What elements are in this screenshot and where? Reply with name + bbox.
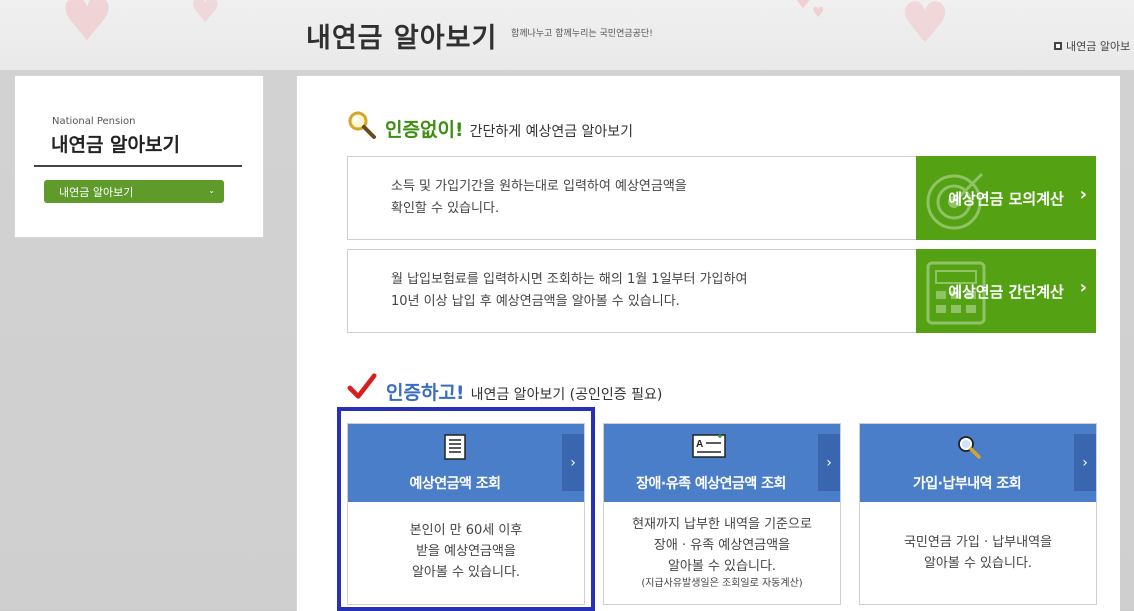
- sidebar-title: 내연금 알아보기: [51, 134, 180, 156]
- section-title-text: 간단하게 예상연금 알아보기: [469, 124, 634, 140]
- magnifier-icon: [958, 436, 981, 459]
- id-card-icon: A: [692, 434, 726, 458]
- sidebar-subtitle: National Pension: [52, 116, 136, 127]
- heart-decoration-icon: ♥: [190, 0, 221, 31]
- section-title-text: 내연금 알아보기 (공인인증 필요): [470, 387, 663, 403]
- section-title-cert: 인증하고! 내연금 알아보기 (공인인증 필요): [386, 378, 662, 405]
- header-breadcrumb-link[interactable]: 내연금 알아보: [1054, 38, 1130, 54]
- simple-calc-button[interactable]: 예상연금 간단계산 ›: [916, 249, 1096, 333]
- chevron-down-icon: ⌄: [208, 186, 215, 195]
- section-title-emphasis: 인증없이!: [385, 119, 464, 141]
- quick-item-mock-calc: 소득 및 가입기간을 원하는대로 입력하여 예상연금액을 확인할 수 있습니다.…: [347, 156, 1096, 240]
- section-title-emphasis: 인증하고!: [386, 382, 465, 404]
- selection-highlight: [337, 407, 595, 611]
- quick-item-simple-calc: 월 납입보험료를 입력하시면 조회하는 해의 1월 1일부터 가입하여 10년 …: [347, 249, 1096, 333]
- breadcrumb-text: 내연금 알아보: [1066, 40, 1131, 53]
- quick-item-description: 월 납입보험료를 입력하시면 조회하는 해의 1월 1일부터 가입하여 10년 …: [391, 272, 748, 309]
- sidebar-divider: [34, 165, 242, 167]
- card-header: 가입·납부내역 조회 ›: [860, 424, 1096, 502]
- home-icon: [1054, 42, 1062, 50]
- quick-item-description: 소득 및 가입기간을 원하는대로 입력하여 예상연금액을 확인할 수 있습니다.: [391, 179, 687, 216]
- heart-decoration-icon: ♥: [900, 0, 951, 56]
- check-icon: [347, 373, 377, 399]
- page-title: 내연금 알아보기: [306, 23, 498, 54]
- card-enrollment-payment[interactable]: 가입·납부내역 조회 › 국민연금 가입 · 납부내역을 알아볼 수 있습니다.: [859, 423, 1097, 605]
- heart-decoration-icon: ♥: [812, 5, 825, 21]
- chevron-right-icon: ›: [1079, 277, 1087, 298]
- magnifier-icon: [348, 111, 376, 139]
- header-slogan: 함께나누고 함께누리는 국민연금공단!: [511, 29, 653, 39]
- chevron-right-icon[interactable]: ›: [1074, 434, 1096, 491]
- card-disability-survivor[interactable]: A 장애·유족 예상연금액 조회 › 현재까지 납부한 내역을 기준으로 장애 …: [603, 423, 841, 605]
- section-title-quick: 인증없이! 간단하게 예상연금 알아보기: [385, 115, 633, 142]
- heart-decoration-icon: ♥: [795, 0, 812, 13]
- card-header: A 장애·유족 예상연금액 조회 ›: [604, 424, 840, 502]
- card-title: 가입·납부내역 조회: [912, 476, 1022, 492]
- svg-text:A: A: [696, 439, 703, 450]
- card-description: 국민연금 가입 · 납부내역을 알아볼 수 있습니다.: [903, 535, 1053, 571]
- sidebar-select-value: 내연금 알아보기: [59, 185, 134, 199]
- chevron-right-icon: ›: [1079, 184, 1087, 205]
- mock-calc-button[interactable]: 예상연금 모의계산 ›: [916, 156, 1096, 240]
- simple-calc-button-label: 예상연금 간단계산: [948, 282, 1064, 301]
- chevron-right-icon[interactable]: ›: [818, 434, 840, 491]
- sidebar: National Pension 내연금 알아보기 내연금 알아보기 ⌄: [14, 75, 264, 238]
- sidebar-menu-select[interactable]: 내연금 알아보기 ⌄: [44, 180, 224, 203]
- card-description: 현재까지 납부한 내역을 기준으로 장애 · 유족 예상연금액을 알아볼 수 있…: [632, 517, 812, 589]
- mock-calc-button-label: 예상연금 모의계산: [948, 189, 1064, 208]
- heart-decoration-icon: ♥: [60, 0, 114, 55]
- card-title: 장애·유족 예상연금액 조회: [636, 476, 786, 492]
